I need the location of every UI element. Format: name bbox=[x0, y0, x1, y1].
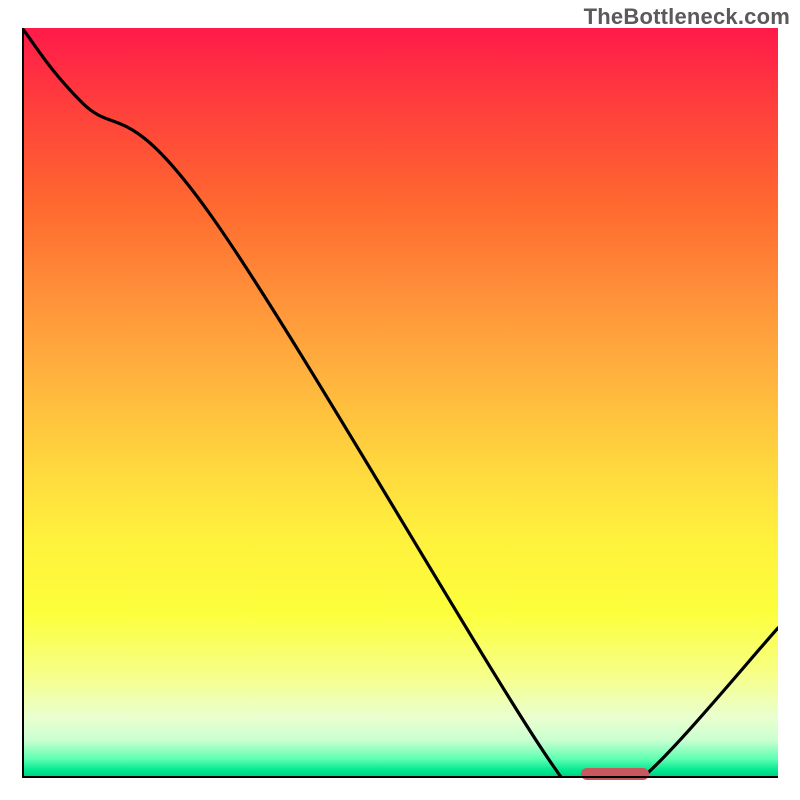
plot-area bbox=[22, 28, 778, 778]
chart-root: TheBottleneck.com bbox=[0, 0, 800, 800]
watermark-text: TheBottleneck.com bbox=[584, 4, 790, 30]
curve-layer bbox=[22, 28, 778, 778]
optimal-range-marker bbox=[581, 768, 649, 780]
bottleneck-curve-path bbox=[22, 28, 778, 778]
